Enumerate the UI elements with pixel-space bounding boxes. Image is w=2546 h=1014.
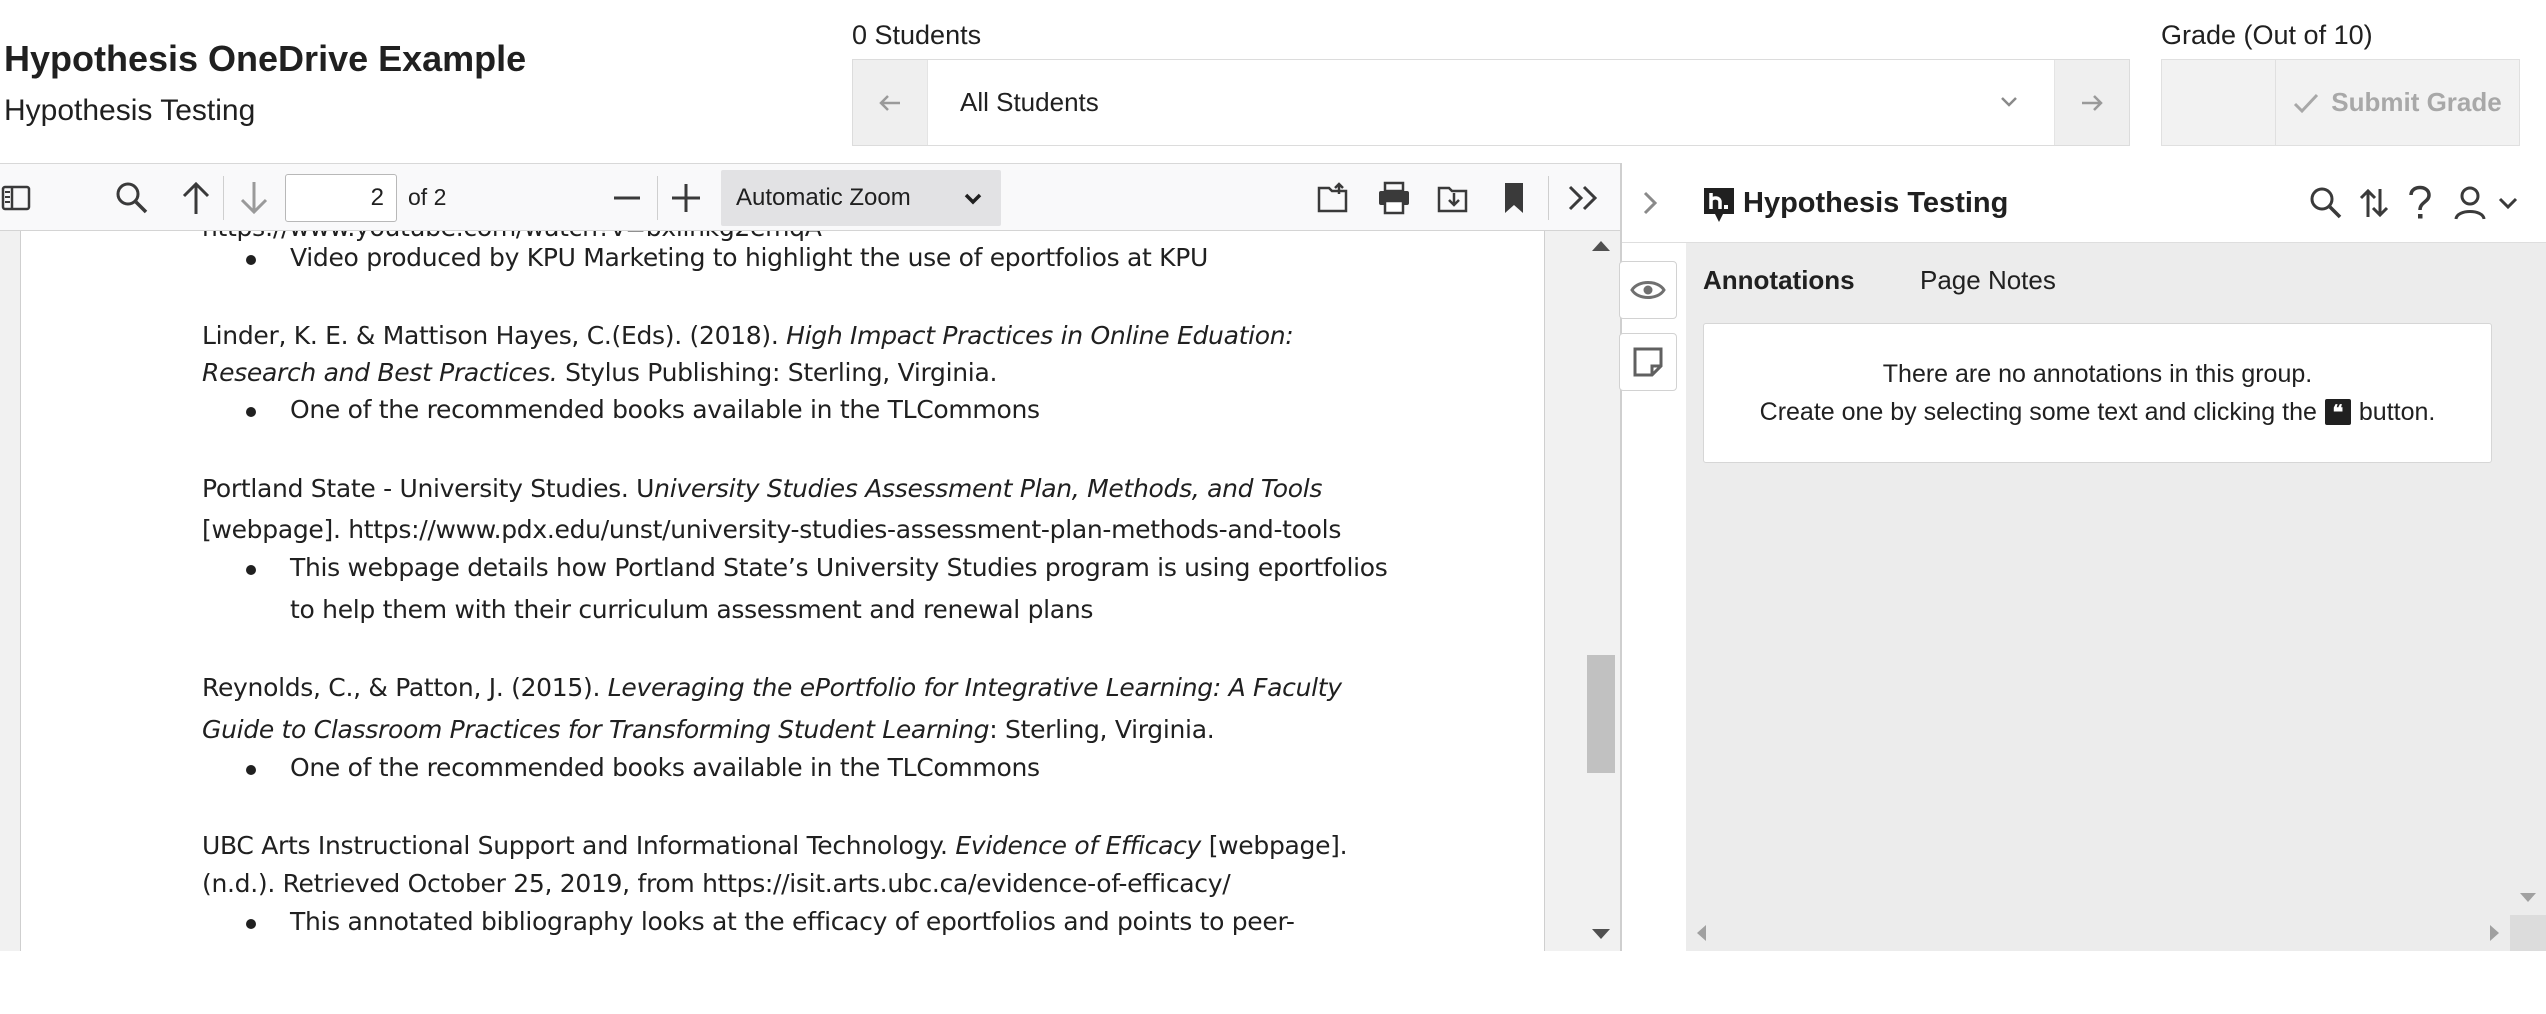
course-subtitle: Hypothesis Testing xyxy=(4,94,256,127)
zoom-select[interactable]: Automatic Zoom xyxy=(721,170,1001,226)
zoom-select-value: Automatic Zoom xyxy=(736,184,911,211)
arrow-left-icon xyxy=(879,94,900,111)
students-count: 0 Students xyxy=(852,20,982,50)
grade-input[interactable] xyxy=(2161,59,2276,146)
reference-citation: Portland State - University Studies. Uni… xyxy=(202,474,1323,503)
reference-note-cont: to help them with their curriculum asses… xyxy=(290,595,1094,624)
search-icon[interactable] xyxy=(2306,183,2346,223)
chevron-right-icon[interactable] xyxy=(1632,185,1668,221)
course-title: Hypothesis OneDrive Example xyxy=(4,38,527,79)
reference-citation-cont: Guide to Classroom Practices for Transfo… xyxy=(202,715,1215,744)
chevron-down-icon[interactable] xyxy=(2494,189,2522,217)
zoom-in-icon[interactable] xyxy=(666,178,706,218)
print-icon[interactable] xyxy=(1374,178,1414,218)
checkmark-icon xyxy=(2294,93,2319,113)
grade-label: Grade (Out of 10) xyxy=(2161,20,2373,50)
submit-grade-label: Submit Grade xyxy=(2331,87,2502,117)
arrow-right-icon xyxy=(2082,94,2103,111)
search-icon[interactable] xyxy=(112,178,152,218)
reference-citation: Linder, K. E. & Mattison Hayes, C.(Eds).… xyxy=(202,321,1294,350)
reference-citation-cont: (n.d.). Retrieved October 25, 2019, from… xyxy=(202,869,1231,898)
reference-note: Video produced by KPU Marketing to highl… xyxy=(290,243,1209,272)
chevron-down-icon xyxy=(2001,97,2017,107)
reference-citation: UBC Arts Instructional Support and Infor… xyxy=(202,831,1348,860)
hypothesis-logo-icon xyxy=(1704,188,1734,222)
eye-icon xyxy=(1630,281,1666,299)
bullet xyxy=(246,765,256,775)
pdf-toolbar: 2 of 2 Automatic Zoom xyxy=(0,163,1620,231)
reference-note: One of the recommended books available i… xyxy=(290,395,1040,424)
previous-student-button[interactable] xyxy=(853,60,927,145)
chevron-down-icon xyxy=(964,193,982,205)
bullet xyxy=(246,565,256,575)
tab-page-notes[interactable]: Page Notes xyxy=(1920,265,2056,296)
reference-citation: Reynolds, C., & Patton, J. (2015). Lever… xyxy=(202,673,1342,702)
sidebar-horizontal-scrollbar[interactable] xyxy=(1686,915,2510,951)
scroll-left-arrow[interactable] xyxy=(1697,925,1706,941)
sidebar-vertical-scrollbar[interactable] xyxy=(2510,243,2546,923)
annotate-quote-icon: ❝ xyxy=(2324,399,2351,425)
pdf-scrollbar[interactable] xyxy=(1584,231,1620,951)
user-icon[interactable] xyxy=(2450,183,2490,223)
bullet xyxy=(246,407,256,417)
tab-annotations[interactable]: Annotations xyxy=(1703,265,1855,296)
new-page-note-button[interactable] xyxy=(1619,333,1677,391)
student-selector: All Students xyxy=(852,59,2130,146)
reference-note: This webpage details how Portland State’… xyxy=(290,553,1388,582)
reference-url-clipped: https://www.youtube.com/watch?v=bxlinkg2… xyxy=(202,231,822,242)
empty-message-line1: There are no annotations in this group. xyxy=(1882,360,2313,388)
open-file-icon[interactable] xyxy=(1314,178,1354,218)
help-icon[interactable] xyxy=(2402,183,2438,223)
arrow-down-icon[interactable] xyxy=(234,178,274,218)
empty-message-line2: Create one by selecting some text and cl… xyxy=(1759,398,2436,426)
arrow-up-icon[interactable] xyxy=(176,178,216,218)
zoom-out-icon[interactable] xyxy=(607,178,647,218)
empty-annotations-message: There are no annotations in this group. … xyxy=(1703,323,2492,463)
submit-grade-button[interactable]: Submit Grade xyxy=(2275,59,2520,146)
page-count: of 2 xyxy=(408,184,447,210)
reference-citation-cont: [webpage]. https://www.pdx.edu/unst/univ… xyxy=(202,515,1342,544)
sidebar-toggle-icon[interactable] xyxy=(0,180,32,216)
scroll-down-arrow[interactable] xyxy=(2520,893,2536,902)
bullet xyxy=(246,919,256,929)
note-icon xyxy=(1633,347,1663,377)
reference-note: One of the recommended books available i… xyxy=(290,753,1040,782)
download-icon[interactable] xyxy=(1434,178,1474,218)
reference-note: This annotated bibliography looks at the… xyxy=(290,907,1295,936)
hypothesis-group-title[interactable]: Hypothesis Testing xyxy=(1743,187,2008,220)
pdf-viewer[interactable]: https://www.youtube.com/watch?v=bxlinkg2… xyxy=(0,231,1620,951)
next-student-button[interactable] xyxy=(2055,60,2129,145)
scroll-down-arrow[interactable] xyxy=(1592,929,1610,939)
pdf-scrollbar-thumb[interactable] xyxy=(1587,655,1615,773)
scroll-up-arrow[interactable] xyxy=(1592,241,1610,251)
sort-icon[interactable] xyxy=(2354,183,2394,223)
scrollbar-corner xyxy=(2510,915,2546,951)
scroll-right-arrow[interactable] xyxy=(2490,925,2499,941)
reference-citation-cont: Research and Best Practices. Stylus Publ… xyxy=(202,358,998,387)
bullet xyxy=(246,255,256,265)
bookmark-icon[interactable] xyxy=(1496,178,1532,218)
toggle-highlights-button[interactable] xyxy=(1619,261,1677,319)
student-select-value: All Students xyxy=(960,87,1099,117)
page-number-input[interactable]: 2 xyxy=(285,174,397,222)
double-chevron-right-icon[interactable] xyxy=(1562,178,1606,218)
student-select[interactable]: All Students xyxy=(927,60,2055,145)
